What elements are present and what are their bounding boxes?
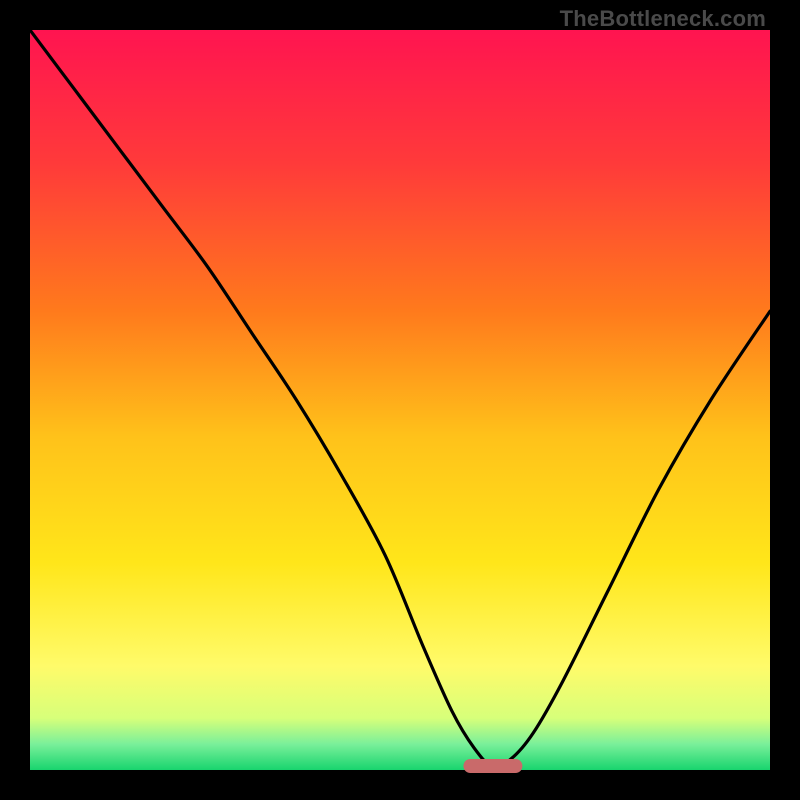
plot-area (30, 30, 770, 770)
optimal-range-marker (463, 759, 522, 773)
watermark-label: TheBottleneck.com (560, 6, 766, 32)
bottleneck-curve (30, 30, 770, 770)
chart-frame: TheBottleneck.com (0, 0, 800, 800)
